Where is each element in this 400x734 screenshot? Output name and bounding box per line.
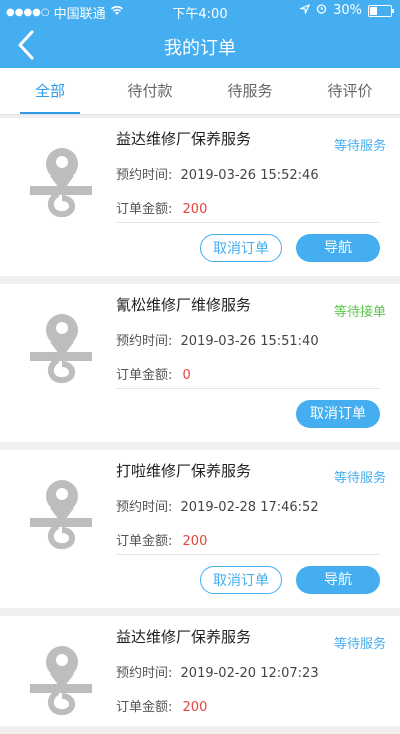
order-amount-row: 订单金额: 200: [116, 530, 207, 549]
appointment-time-label: 预约时间:: [116, 334, 173, 349]
battery-percent: 30%: [333, 3, 362, 18]
appointment-time-row: 预约时间: 2019-02-28 17:46:52: [116, 496, 319, 515]
divider: [116, 222, 380, 223]
divider: [116, 388, 380, 389]
shop-placeholder-icon: [30, 646, 92, 716]
cancel-order-button[interactable]: 取消订单: [200, 566, 282, 594]
order-actions: 取消订单 导航: [200, 566, 380, 594]
appointment-time-value: 2019-03-26 15:51:40: [180, 334, 319, 349]
order-amount-label: 订单金额:: [116, 700, 173, 715]
shop-placeholder-icon: [30, 480, 92, 550]
cancel-order-button[interactable]: 取消订单: [296, 400, 380, 428]
shop-name: 益达维修厂保养服务: [116, 130, 252, 148]
tab-pending-payment[interactable]: 待付款: [100, 68, 200, 114]
location-icon: [298, 3, 311, 18]
order-status: 等待服务: [333, 637, 386, 652]
order-tabs: 全部 待付款 待服务 待评价: [0, 68, 400, 115]
order-list: 益达维修厂保养服务 等待服务 预约时间: 2019-03-26 15:52:46…: [0, 118, 400, 734]
order-amount-value: 200: [182, 534, 208, 549]
appointment-time-value: 2019-02-20 12:07:23: [180, 666, 319, 681]
shop-placeholder-icon: [30, 314, 92, 384]
alarm-icon: [316, 3, 327, 18]
order-card[interactable]: 氰松维修厂维修服务 等待接单 预约时间: 2019-03-26 15:51:40…: [0, 284, 400, 442]
appointment-time-value: 2019-03-26 15:52:46: [180, 168, 319, 183]
order-card[interactable]: 益达维修厂保养服务 等待服务 预约时间: 2019-02-20 12:07:23…: [0, 616, 400, 726]
order-card[interactable]: 打啦维修厂保养服务 等待服务 预约时间: 2019-02-28 17:46:52…: [0, 450, 400, 608]
tab-all[interactable]: 全部: [0, 68, 100, 114]
order-amount-label: 订单金额:: [116, 368, 173, 383]
order-status: 等待接单: [333, 305, 386, 320]
nav-bar: 我的订单: [0, 22, 400, 68]
shop-name: 益达维修厂保养服务: [116, 628, 252, 646]
order-actions: 取消订单: [296, 400, 380, 428]
shop-name: 打啦维修厂保养服务: [116, 462, 252, 480]
navigate-button[interactable]: 导航: [296, 566, 380, 594]
order-amount-row: 订单金额: 200: [116, 696, 207, 715]
appointment-time-label: 预约时间:: [116, 500, 173, 515]
battery-icon: [368, 4, 394, 17]
status-bar: ●●●●○ 中国联通 下午4:00 30%: [0, 0, 400, 22]
status-right: 30%: [298, 3, 394, 18]
appointment-time-label: 预约时间:: [116, 168, 173, 183]
order-amount-value: 200: [182, 202, 208, 217]
order-card[interactable]: 益达维修厂保养服务 等待服务 预约时间: 2019-03-26 15:52:46…: [0, 118, 400, 276]
divider: [116, 554, 380, 555]
tab-pending-review[interactable]: 待评价: [300, 68, 400, 114]
appointment-time-label: 预约时间:: [116, 666, 173, 681]
order-amount-row: 订单金额: 0: [116, 364, 191, 383]
cancel-order-button[interactable]: 取消订单: [200, 234, 282, 262]
appointment-time-row: 预约时间: 2019-02-20 12:07:23: [116, 662, 319, 681]
order-status: 等待服务: [333, 139, 386, 154]
navigate-button[interactable]: 导航: [296, 234, 380, 262]
order-amount-value: 0: [182, 368, 191, 383]
order-status: 等待服务: [333, 471, 386, 486]
shop-placeholder-icon: [30, 148, 92, 218]
order-amount-row: 订单金额: 200: [116, 198, 207, 217]
order-amount-label: 订单金额:: [116, 202, 173, 217]
appointment-time-row: 预约时间: 2019-03-26 15:51:40: [116, 330, 319, 349]
order-amount-label: 订单金额:: [116, 534, 173, 549]
order-actions: 取消订单 导航: [200, 234, 380, 262]
shop-name: 氰松维修厂维修服务: [116, 296, 252, 314]
order-amount-value: 200: [182, 700, 208, 715]
appointment-time-row: 预约时间: 2019-03-26 15:52:46: [116, 164, 319, 183]
tab-pending-service[interactable]: 待服务: [200, 68, 300, 114]
appointment-time-value: 2019-02-28 17:46:52: [180, 500, 319, 515]
page-title: 我的订单: [164, 38, 236, 59]
